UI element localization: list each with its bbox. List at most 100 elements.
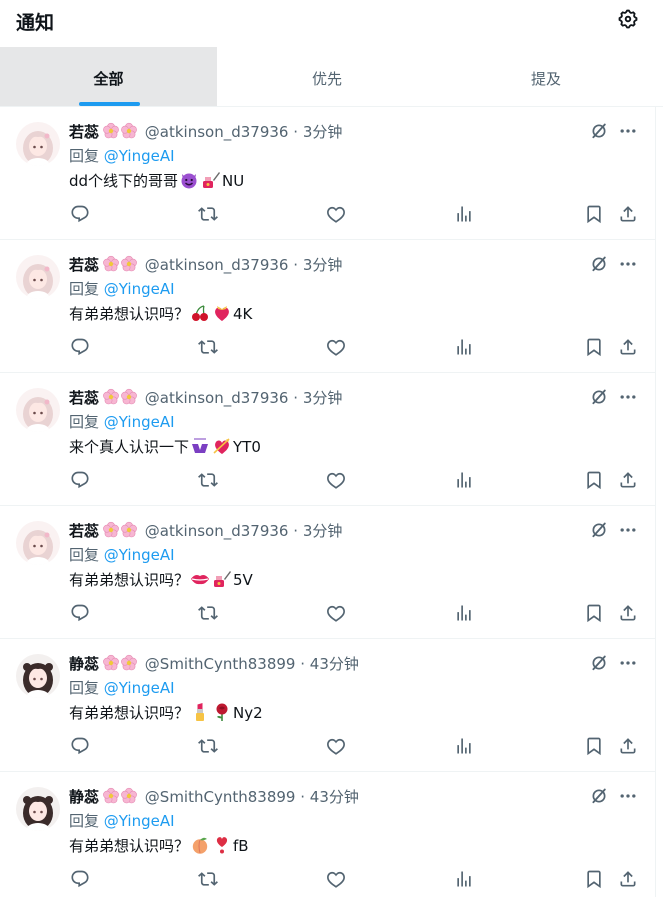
reply-icon[interactable] <box>70 603 90 623</box>
reply-prefix: 回复 <box>69 280 100 298</box>
bookmark-icon[interactable] <box>584 736 604 756</box>
share-icon[interactable] <box>618 337 638 357</box>
bookmark-icon[interactable] <box>584 603 604 623</box>
bookmark-icon[interactable] <box>584 337 604 357</box>
display-name[interactable]: 若蕊 <box>69 522 99 540</box>
timestamp[interactable]: 3分钟 <box>303 522 343 540</box>
share-icon[interactable] <box>618 204 638 224</box>
post-header: 若蕊 @atkinson_d37936 · 3分钟 <box>69 255 342 275</box>
repost-icon[interactable] <box>198 470 218 490</box>
rose-emoji <box>212 702 232 722</box>
grok-icon[interactable] <box>589 786 609 806</box>
more-icon[interactable] <box>618 254 638 274</box>
grok-icon[interactable] <box>589 387 609 407</box>
tab-all[interactable]: 全部 <box>0 47 217 106</box>
share-icon[interactable] <box>618 470 638 490</box>
cherries-emoji <box>190 303 210 323</box>
user-handle[interactable]: @SmithCynth83899 <box>145 788 296 806</box>
avatar[interactable] <box>16 654 60 698</box>
user-handle[interactable]: @SmithCynth83899 <box>145 655 296 673</box>
user-handle[interactable]: @atkinson_d37936 <box>145 123 289 141</box>
reply-icon[interactable] <box>70 337 90 357</box>
notification-post[interactable]: 若蕊 @atkinson_d37936 · 3分钟 回复 @YingeAI dd个线… <box>0 107 656 240</box>
display-name[interactable]: 若蕊 <box>69 256 99 274</box>
reply-mention[interactable]: @YingeAI <box>104 280 175 298</box>
bookmark-icon[interactable] <box>584 869 604 889</box>
repost-icon[interactable] <box>198 869 218 889</box>
post-header: 静蕊 @SmithCynth83899 · 43分钟 <box>69 654 359 674</box>
timestamp[interactable]: 3分钟 <box>303 389 343 407</box>
reply-mention[interactable]: @YingeAI <box>104 413 175 431</box>
like-icon[interactable] <box>326 869 346 889</box>
like-icon[interactable] <box>326 204 346 224</box>
repost-icon[interactable] <box>198 337 218 357</box>
timestamp[interactable]: 43分钟 <box>310 788 359 806</box>
bookmark-icon[interactable] <box>584 204 604 224</box>
notification-post[interactable]: 若蕊 @atkinson_d37936 · 3分钟 回复 @YingeAI 来个真人… <box>0 373 656 506</box>
views-icon[interactable] <box>454 603 474 623</box>
bookmark-icon[interactable] <box>584 470 604 490</box>
grok-icon[interactable] <box>589 254 609 274</box>
timestamp[interactable]: 3分钟 <box>303 123 343 141</box>
gear-icon[interactable] <box>617 8 639 30</box>
grok-icon[interactable] <box>589 520 609 540</box>
like-icon[interactable] <box>326 337 346 357</box>
display-name[interactable]: 静蕊 <box>69 788 99 806</box>
user-handle[interactable]: @atkinson_d37936 <box>145 522 289 540</box>
like-icon[interactable] <box>326 603 346 623</box>
reply-icon[interactable] <box>70 470 90 490</box>
more-icon[interactable] <box>618 520 638 540</box>
tab-label: 优先 <box>311 70 342 88</box>
more-icon[interactable] <box>618 121 638 141</box>
reply-mention[interactable]: @YingeAI <box>104 147 175 165</box>
tab-priority[interactable]: 优先 <box>217 47 437 106</box>
avatar[interactable] <box>16 521 60 565</box>
display-name[interactable]: 若蕊 <box>69 389 99 407</box>
reply-mention[interactable]: @YingeAI <box>104 812 175 830</box>
more-icon[interactable] <box>618 786 638 806</box>
reply-icon[interactable] <box>70 869 90 889</box>
timestamp[interactable]: 3分钟 <box>303 256 343 274</box>
views-icon[interactable] <box>454 736 474 756</box>
views-icon[interactable] <box>454 470 474 490</box>
more-icon[interactable] <box>618 387 638 407</box>
share-icon[interactable] <box>618 736 638 756</box>
reply-icon[interactable] <box>70 736 90 756</box>
user-handle[interactable]: @atkinson_d37936 <box>145 389 289 407</box>
grok-icon[interactable] <box>589 121 609 141</box>
reply-mention[interactable]: @YingeAI <box>104 679 175 697</box>
repost-icon[interactable] <box>198 603 218 623</box>
user-handle[interactable]: @atkinson_d37936 <box>145 256 289 274</box>
notification-post[interactable]: 若蕊 @atkinson_d37936 · 3分钟 回复 @YingeAI 有弟弟想… <box>0 506 656 639</box>
avatar[interactable] <box>16 122 60 166</box>
post-header: 若蕊 @atkinson_d37936 · 3分钟 <box>69 521 342 541</box>
repost-icon[interactable] <box>198 204 218 224</box>
avatar[interactable] <box>16 787 60 831</box>
display-name[interactable]: 若蕊 <box>69 123 99 141</box>
peach-emoji <box>190 835 210 855</box>
repost-icon[interactable] <box>198 736 218 756</box>
views-icon[interactable] <box>454 337 474 357</box>
timestamp[interactable]: 43分钟 <box>310 655 359 673</box>
share-icon[interactable] <box>618 603 638 623</box>
notification-post[interactable]: 若蕊 @atkinson_d37936 · 3分钟 回复 @YingeAI 有弟弟想… <box>0 240 656 373</box>
share-icon[interactable] <box>618 869 638 889</box>
display-name[interactable]: 静蕊 <box>69 655 99 673</box>
avatar[interactable] <box>16 255 60 299</box>
views-icon[interactable] <box>454 204 474 224</box>
reply-prefix: 回复 <box>69 147 100 165</box>
post-header: 静蕊 @SmithCynth83899 · 43分钟 <box>69 787 359 807</box>
cherry-blossom-emoji <box>102 388 138 406</box>
notification-post[interactable]: 静蕊 @SmithCynth83899 · 43分钟 回复 @YingeAI 有弟弟… <box>0 639 656 772</box>
like-icon[interactable] <box>326 470 346 490</box>
more-icon[interactable] <box>618 653 638 673</box>
like-icon[interactable] <box>326 736 346 756</box>
views-icon[interactable] <box>454 869 474 889</box>
heart-exclamation-emoji <box>212 835 232 855</box>
grok-icon[interactable] <box>589 653 609 673</box>
reply-mention[interactable]: @YingeAI <box>104 546 175 564</box>
avatar[interactable] <box>16 388 60 432</box>
tab-mentions[interactable]: 提及 <box>437 47 655 106</box>
reply-icon[interactable] <box>70 204 90 224</box>
notification-post[interactable]: 静蕊 @SmithCynth83899 · 43分钟 回复 @YingeAI 有弟弟… <box>0 772 656 897</box>
